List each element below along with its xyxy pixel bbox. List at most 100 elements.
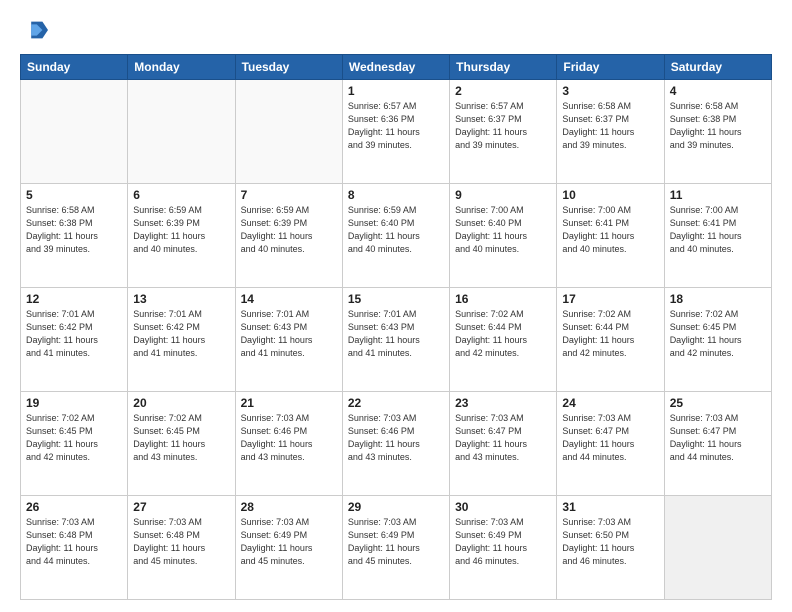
day-info: Sunrise: 7:02 AM Sunset: 6:44 PM Dayligh… bbox=[562, 308, 658, 360]
day-number: 27 bbox=[133, 500, 229, 514]
calendar-cell: 15 Sunrise: 7:01 AM Sunset: 6:43 PM Dayli… bbox=[342, 288, 449, 392]
calendar-table: SundayMondayTuesdayWednesdayThursdayFrid… bbox=[20, 54, 772, 600]
calendar-cell bbox=[235, 80, 342, 184]
calendar-cell bbox=[21, 80, 128, 184]
day-info: Sunrise: 7:01 AM Sunset: 6:42 PM Dayligh… bbox=[133, 308, 229, 360]
calendar-cell: 4Sunrise: 6:58 AM Sunset: 6:38 PM Daylig… bbox=[664, 80, 771, 184]
column-header-sunday: Sunday bbox=[21, 55, 128, 80]
day-info: Sunrise: 7:03 AM Sunset: 6:47 PM Dayligh… bbox=[455, 412, 551, 464]
day-number: 28 bbox=[241, 500, 337, 514]
column-header-friday: Friday bbox=[557, 55, 664, 80]
calendar-cell: 21 Sunrise: 7:03 AM Sunset: 6:46 PM Dayli… bbox=[235, 392, 342, 496]
calendar-cell: 5Sunrise: 6:58 AM Sunset: 6:38 PM Daylig… bbox=[21, 184, 128, 288]
day-info: Sunrise: 6:57 AM Sunset: 6:36 PM Dayligh… bbox=[348, 100, 444, 152]
day-info: Sunrise: 7:02 AM Sunset: 6:45 PM Dayligh… bbox=[670, 308, 766, 360]
day-number: 18 bbox=[670, 292, 766, 306]
column-header-saturday: Saturday bbox=[664, 55, 771, 80]
week-row-4: 19Sunrise: 7:02 AM Sunset: 6:45 PM Dayli… bbox=[21, 392, 772, 496]
page: SundayMondayTuesdayWednesdayThursdayFrid… bbox=[0, 0, 792, 612]
day-number: 19 bbox=[26, 396, 122, 410]
day-number: 10 bbox=[562, 188, 658, 202]
day-number: 29 bbox=[348, 500, 444, 514]
day-info: Sunrise: 7:00 AM Sunset: 6:41 PM Dayligh… bbox=[670, 204, 766, 256]
header-row: SundayMondayTuesdayWednesdayThursdayFrid… bbox=[21, 55, 772, 80]
calendar-cell: 11 Sunrise: 7:00 AM Sunset: 6:41 PM Dayli… bbox=[664, 184, 771, 288]
day-number: 17 bbox=[562, 292, 658, 306]
day-number: 5 bbox=[26, 188, 122, 202]
day-number: 24 bbox=[562, 396, 658, 410]
day-info: Sunrise: 7:03 AM Sunset: 6:46 PM Dayligh… bbox=[241, 412, 337, 464]
calendar-cell: 24 Sunrise: 7:03 AM Sunset: 6:47 PM Dayli… bbox=[557, 392, 664, 496]
day-info: Sunrise: 7:03 AM Sunset: 6:49 PM Dayligh… bbox=[455, 516, 551, 568]
calendar-cell: 1 Sunrise: 6:57 AM Sunset: 6:36 PM Daylig… bbox=[342, 80, 449, 184]
calendar-cell: 19Sunrise: 7:02 AM Sunset: 6:45 PM Dayli… bbox=[21, 392, 128, 496]
day-number: 7 bbox=[241, 188, 337, 202]
column-header-monday: Monday bbox=[128, 55, 235, 80]
calendar-cell: 9Sunrise: 7:00 AM Sunset: 6:40 PM Daylig… bbox=[450, 184, 557, 288]
day-info: Sunrise: 7:03 AM Sunset: 6:47 PM Dayligh… bbox=[670, 412, 766, 464]
day-number: 23 bbox=[455, 396, 551, 410]
day-number: 20 bbox=[133, 396, 229, 410]
day-info: Sunrise: 6:59 AM Sunset: 6:39 PM Dayligh… bbox=[133, 204, 229, 256]
calendar-cell: 6 Sunrise: 6:59 AM Sunset: 6:39 PM Daylig… bbox=[128, 184, 235, 288]
day-number: 3 bbox=[562, 84, 658, 98]
day-number: 21 bbox=[241, 396, 337, 410]
day-info: Sunrise: 6:58 AM Sunset: 6:38 PM Dayligh… bbox=[670, 100, 766, 152]
general-blue-icon bbox=[20, 16, 48, 44]
calendar-cell: 17 Sunrise: 7:02 AM Sunset: 6:44 PM Dayli… bbox=[557, 288, 664, 392]
day-number: 2 bbox=[455, 84, 551, 98]
calendar-cell: 7 Sunrise: 6:59 AM Sunset: 6:39 PM Daylig… bbox=[235, 184, 342, 288]
day-info: Sunrise: 7:01 AM Sunset: 6:42 PM Dayligh… bbox=[26, 308, 122, 360]
calendar-cell: 26Sunrise: 7:03 AM Sunset: 6:48 PM Dayli… bbox=[21, 496, 128, 600]
calendar-cell: 3 Sunrise: 6:58 AM Sunset: 6:37 PM Daylig… bbox=[557, 80, 664, 184]
day-info: Sunrise: 7:03 AM Sunset: 6:48 PM Dayligh… bbox=[26, 516, 122, 568]
week-row-5: 26Sunrise: 7:03 AM Sunset: 6:48 PM Dayli… bbox=[21, 496, 772, 600]
calendar-cell: 28 Sunrise: 7:03 AM Sunset: 6:49 PM Dayli… bbox=[235, 496, 342, 600]
day-info: Sunrise: 7:03 AM Sunset: 6:47 PM Dayligh… bbox=[562, 412, 658, 464]
day-info: Sunrise: 7:00 AM Sunset: 6:41 PM Dayligh… bbox=[562, 204, 658, 256]
calendar-cell: 30 Sunrise: 7:03 AM Sunset: 6:49 PM Dayli… bbox=[450, 496, 557, 600]
day-number: 6 bbox=[133, 188, 229, 202]
calendar-cell: 27Sunrise: 7:03 AM Sunset: 6:48 PM Dayli… bbox=[128, 496, 235, 600]
day-number: 30 bbox=[455, 500, 551, 514]
day-number: 12 bbox=[26, 292, 122, 306]
calendar-cell: 13 Sunrise: 7:01 AM Sunset: 6:42 PM Dayli… bbox=[128, 288, 235, 392]
day-info: Sunrise: 7:03 AM Sunset: 6:50 PM Dayligh… bbox=[562, 516, 658, 568]
day-info: Sunrise: 6:59 AM Sunset: 6:40 PM Dayligh… bbox=[348, 204, 444, 256]
calendar-cell: 29Sunrise: 7:03 AM Sunset: 6:49 PM Dayli… bbox=[342, 496, 449, 600]
day-number: 11 bbox=[670, 188, 766, 202]
day-number: 13 bbox=[133, 292, 229, 306]
column-header-thursday: Thursday bbox=[450, 55, 557, 80]
calendar-cell: 31 Sunrise: 7:03 AM Sunset: 6:50 PM Dayli… bbox=[557, 496, 664, 600]
calendar-cell bbox=[664, 496, 771, 600]
day-number: 8 bbox=[348, 188, 444, 202]
column-header-wednesday: Wednesday bbox=[342, 55, 449, 80]
calendar-cell: 20Sunrise: 7:02 AM Sunset: 6:45 PM Dayli… bbox=[128, 392, 235, 496]
calendar-cell: 2Sunrise: 6:57 AM Sunset: 6:37 PM Daylig… bbox=[450, 80, 557, 184]
calendar-cell: 16 Sunrise: 7:02 AM Sunset: 6:44 PM Dayli… bbox=[450, 288, 557, 392]
calendar-cell: 23 Sunrise: 7:03 AM Sunset: 6:47 PM Dayli… bbox=[450, 392, 557, 496]
day-number: 16 bbox=[455, 292, 551, 306]
day-info: Sunrise: 6:58 AM Sunset: 6:37 PM Dayligh… bbox=[562, 100, 658, 152]
week-row-1: 1 Sunrise: 6:57 AM Sunset: 6:36 PM Daylig… bbox=[21, 80, 772, 184]
day-info: Sunrise: 7:02 AM Sunset: 6:44 PM Dayligh… bbox=[455, 308, 551, 360]
day-number: 31 bbox=[562, 500, 658, 514]
day-info: Sunrise: 6:59 AM Sunset: 6:39 PM Dayligh… bbox=[241, 204, 337, 256]
day-number: 22 bbox=[348, 396, 444, 410]
calendar-cell: 12 Sunrise: 7:01 AM Sunset: 6:42 PM Dayli… bbox=[21, 288, 128, 392]
day-info: Sunrise: 7:03 AM Sunset: 6:46 PM Dayligh… bbox=[348, 412, 444, 464]
week-row-2: 5Sunrise: 6:58 AM Sunset: 6:38 PM Daylig… bbox=[21, 184, 772, 288]
logo bbox=[20, 16, 50, 44]
calendar-cell: 10 Sunrise: 7:00 AM Sunset: 6:41 PM Dayli… bbox=[557, 184, 664, 288]
day-info: Sunrise: 7:03 AM Sunset: 6:49 PM Dayligh… bbox=[241, 516, 337, 568]
calendar-cell: 25 Sunrise: 7:03 AM Sunset: 6:47 PM Dayli… bbox=[664, 392, 771, 496]
day-info: Sunrise: 7:01 AM Sunset: 6:43 PM Dayligh… bbox=[241, 308, 337, 360]
day-number: 15 bbox=[348, 292, 444, 306]
calendar-cell: 18 Sunrise: 7:02 AM Sunset: 6:45 PM Dayli… bbox=[664, 288, 771, 392]
day-number: 25 bbox=[670, 396, 766, 410]
day-info: Sunrise: 7:01 AM Sunset: 6:43 PM Dayligh… bbox=[348, 308, 444, 360]
header bbox=[20, 16, 772, 44]
column-header-tuesday: Tuesday bbox=[235, 55, 342, 80]
calendar-cell: 22 Sunrise: 7:03 AM Sunset: 6:46 PM Dayli… bbox=[342, 392, 449, 496]
day-number: 1 bbox=[348, 84, 444, 98]
